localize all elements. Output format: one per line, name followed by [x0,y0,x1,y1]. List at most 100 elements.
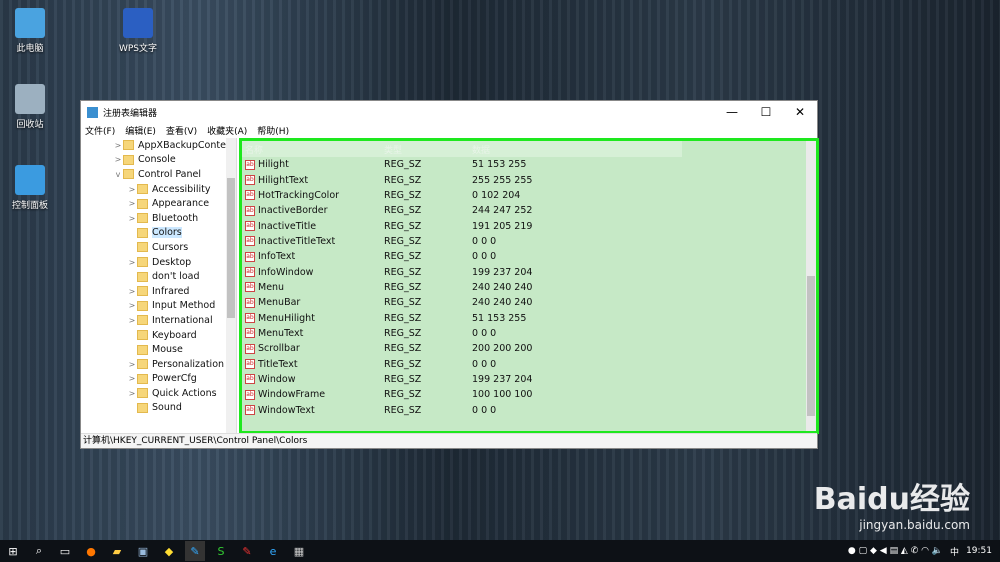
tree-item[interactable]: Colors [81,226,236,241]
expand-chevron-icon[interactable]: > [127,374,137,383]
table-row[interactable]: ab MenuHilight REG_SZ 51 153 255 [242,310,816,325]
expand-chevron-icon[interactable]: > [127,301,137,310]
expand-chevron-icon[interactable]: > [127,360,137,369]
expand-chevron-icon[interactable]: > [127,214,137,223]
string-value-icon: ab [245,236,255,247]
expand-chevron-icon[interactable]: > [127,287,137,296]
maximize-button[interactable]: ☐ [749,101,783,123]
values-vertical-scrollbar[interactable] [806,141,816,431]
tree-item[interactable]: > AppXBackupConter [81,138,236,153]
desktop-icon[interactable]: 回收站 [0,84,60,130]
value-type: REG_SZ [384,281,422,293]
table-row[interactable]: ab MenuBar REG_SZ 240 240 240 [242,295,816,310]
tree-item[interactable]: > Accessibility [81,182,236,197]
app-icon[interactable]: ▦ [289,541,309,561]
string-value-icon: ab [245,359,255,370]
expand-chevron-icon[interactable]: > [127,316,137,325]
expand-chevron-icon[interactable]: > [127,258,137,267]
table-row[interactable]: ab InactiveTitle REG_SZ 191 205 219 [242,218,816,233]
tree-item[interactable]: Sound [81,401,236,416]
tree-item[interactable]: > Desktop [81,255,236,270]
expand-chevron-icon[interactable]: > [127,199,137,208]
table-row[interactable]: ab InactiveTitleText REG_SZ 0 0 0 [242,234,816,249]
menu-item[interactable]: 帮助(H) [257,124,289,137]
app-icon[interactable]: ✎ [237,541,257,561]
tree-item[interactable]: don't load [81,269,236,284]
table-row[interactable]: ab InfoWindow REG_SZ 199 237 204 [242,264,816,279]
task-view-icon[interactable]: ▭ [55,541,75,561]
wps-sheet-icon[interactable]: S [211,541,231,561]
desktop-icon[interactable]: 控制面板 [0,165,60,211]
expand-chevron-icon[interactable]: > [113,141,123,150]
value-name: InfoText [258,251,296,263]
tree-item-label: Bluetooth [152,212,199,224]
column-header: 名称 类型 数据 [242,141,682,157]
tree-item[interactable]: > Bluetooth [81,211,236,226]
string-value-icon: ab [245,282,255,293]
tree-item[interactable]: > Personalization [81,357,236,372]
table-row[interactable]: ab Menu REG_SZ 240 240 240 [242,280,816,295]
app-icon[interactable]: ◆ [159,541,179,561]
close-button[interactable]: ✕ [783,101,817,123]
table-row[interactable]: ab HotTrackingColor REG_SZ 0 102 204 [242,188,816,203]
expand-chevron-icon[interactable]: > [127,389,137,398]
string-value-icon: ab [245,389,255,400]
tree-item[interactable]: > International [81,313,236,328]
column-header-cell[interactable]: 数据 [472,143,672,156]
tree-item[interactable]: v Control Panel [81,167,236,182]
tray-icons[interactable]: ● ▢ ◆ ◀ ▤ ◭ ✆ ◠ 🔈 [848,546,943,556]
value-type: REG_SZ [384,266,422,278]
expand-chevron-icon[interactable]: > [113,155,123,164]
value-data: 0 0 0 [472,358,497,370]
tree-item[interactable]: > Appearance [81,196,236,211]
menu-item[interactable]: 收藏夹(A) [207,124,247,137]
table-row[interactable]: ab InfoText REG_SZ 0 0 0 [242,249,816,264]
table-row[interactable]: ab Hilight REG_SZ 51 153 255 [242,157,816,172]
firefox-icon[interactable]: ● [81,541,101,561]
tree-item[interactable]: Mouse [81,342,236,357]
tree-item[interactable]: Cursors [81,240,236,255]
tree-item[interactable]: > Quick Actions [81,386,236,401]
table-row[interactable]: ab InactiveBorder REG_SZ 244 247 252 [242,203,816,218]
minimize-button[interactable]: — [715,101,749,123]
start-button[interactable]: ⊞ [3,541,23,561]
table-row[interactable]: ab TitleText REG_SZ 0 0 0 [242,356,816,371]
tree-item[interactable]: Keyboard [81,328,236,343]
value-data: 255 255 255 [472,174,533,186]
clock[interactable]: 19:51 [966,546,992,556]
column-header-cell[interactable]: 类型 [384,143,472,156]
search-icon[interactable]: ⌕ [29,541,49,561]
menu-item[interactable]: 编辑(E) [125,124,156,137]
tree-item[interactable]: > Infrared [81,284,236,299]
menu-item[interactable]: 查看(V) [166,124,197,137]
expand-chevron-icon[interactable]: > [127,185,137,194]
folder-icon [123,154,134,165]
desktop-icon[interactable]: 此电脑 [0,8,60,54]
regedit-taskbar-icon[interactable]: ✎ [185,541,205,561]
value-type: REG_SZ [384,251,422,263]
tree-vertical-scrollbar[interactable] [226,138,236,434]
ie-icon[interactable]: e [263,541,283,561]
desktop-icon[interactable]: WPS文字 [108,8,168,54]
tree-item-label: Console [138,154,176,166]
title-bar[interactable]: 注册表编辑器 [81,101,817,123]
table-row[interactable]: ab MenuText REG_SZ 0 0 0 [242,326,816,341]
app-icon[interactable]: ▣ [133,541,153,561]
menu-item[interactable]: 文件(F) [85,124,115,137]
ime-indicator[interactable]: 中 [950,545,959,558]
table-row[interactable]: ab WindowText REG_SZ 0 0 0 [242,403,816,418]
value-name: Hilight [258,159,289,171]
tree-item-label: International [152,314,213,326]
registry-editor-window: 注册表编辑器 — ☐ ✕ 文件(F) 编辑(E) 查看(V) 收藏夹(A) 帮助(H) > A… [80,100,819,449]
column-header-cell[interactable]: 名称 [242,143,384,156]
table-row[interactable]: ab Window REG_SZ 199 237 204 [242,372,816,387]
tree-item[interactable]: > PowerCfg [81,372,236,387]
table-row[interactable]: ab WindowFrame REG_SZ 100 100 100 [242,387,816,402]
tree-item[interactable]: > Input Method [81,299,236,314]
tree-item[interactable]: > Console [81,153,236,168]
folder-icon [137,242,148,253]
expand-chevron-icon[interactable]: v [113,170,123,179]
table-row[interactable]: ab Scrollbar REG_SZ 200 200 200 [242,341,816,356]
table-row[interactable]: ab HilightText REG_SZ 255 255 255 [242,172,816,187]
file-explorer-icon[interactable]: ▰ [107,541,127,561]
